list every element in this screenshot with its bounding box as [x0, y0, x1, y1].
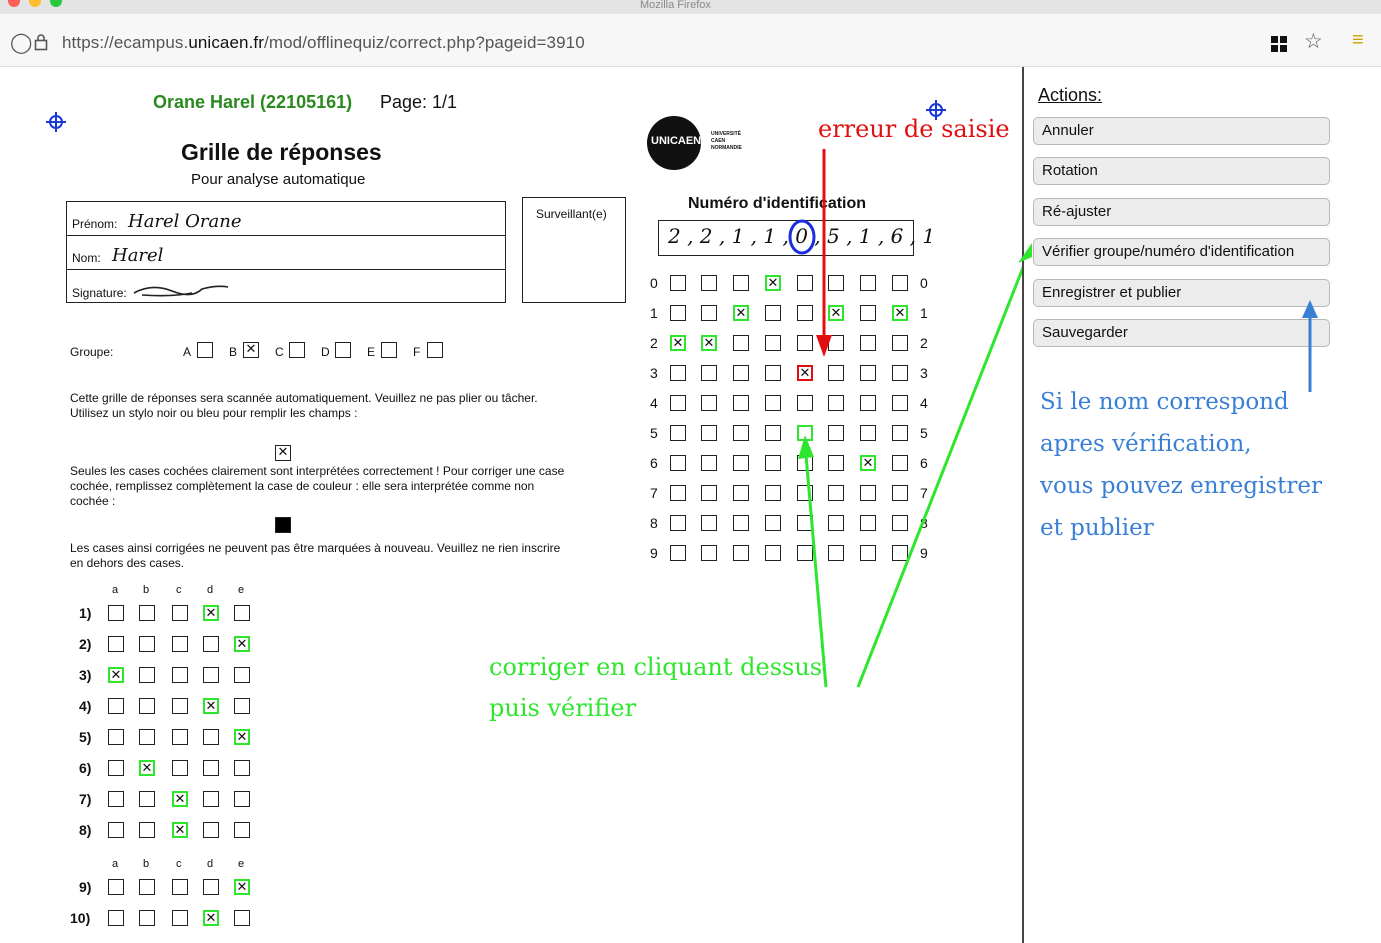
error-circle [788, 219, 816, 255]
minimize-window-icon[interactable] [29, 0, 41, 7]
window-titlebar: Mozilla Firefox [0, 0, 1381, 14]
url-text[interactable]: https://ecampus.unicaen.fr/mod/offlinequ… [62, 33, 585, 53]
actions-title: Actions: [1038, 85, 1103, 105]
verify-id-button[interactable]: Vérifier groupe/numéro d'identification [1033, 238, 1330, 266]
menu-icon[interactable]: ≡ [1352, 29, 1364, 52]
zoom-window-icon[interactable] [50, 0, 62, 7]
close-window-icon[interactable] [8, 0, 20, 7]
fix-arrow [804, 454, 828, 688]
lock-icon[interactable] [34, 33, 48, 51]
publish-annotation: vous pouvez enregistrer [1040, 473, 1322, 499]
publish-annotation: apres vérification, [1040, 431, 1252, 457]
bookmark-star-icon[interactable]: ☆ [1304, 29, 1323, 54]
rotation-button[interactable]: Rotation [1033, 157, 1330, 185]
reajuster-button[interactable]: Ré-ajuster [1033, 198, 1330, 226]
window-title: Mozilla Firefox [640, 0, 711, 10]
scanned-answer-sheet: Orane Harel (22105161) Page: 1/1 Grille … [0, 67, 1022, 943]
verify-arrow [856, 265, 1022, 688]
annotation-arrows [788, 149, 1022, 688]
actions-panel: Actions: Annuler Rotation Ré-ajuster Vér… [1018, 67, 1381, 943]
annuler-button[interactable]: Annuler [1033, 117, 1330, 145]
shield-icon[interactable]: ◯ [10, 30, 32, 55]
publish-arrow [1302, 300, 1318, 392]
publish-annotation: et publier [1040, 515, 1154, 541]
sauvegarder-button[interactable]: Sauvegarder [1033, 319, 1330, 347]
grid-icon[interactable] [1271, 36, 1287, 52]
save-publish-button[interactable]: Enregistrer et publier [1033, 279, 1330, 307]
publish-annotation: Si le nom correspond [1040, 389, 1289, 415]
address-bar[interactable]: ◯ https://ecampus.unicaen.fr/mod/offline… [0, 14, 1381, 67]
